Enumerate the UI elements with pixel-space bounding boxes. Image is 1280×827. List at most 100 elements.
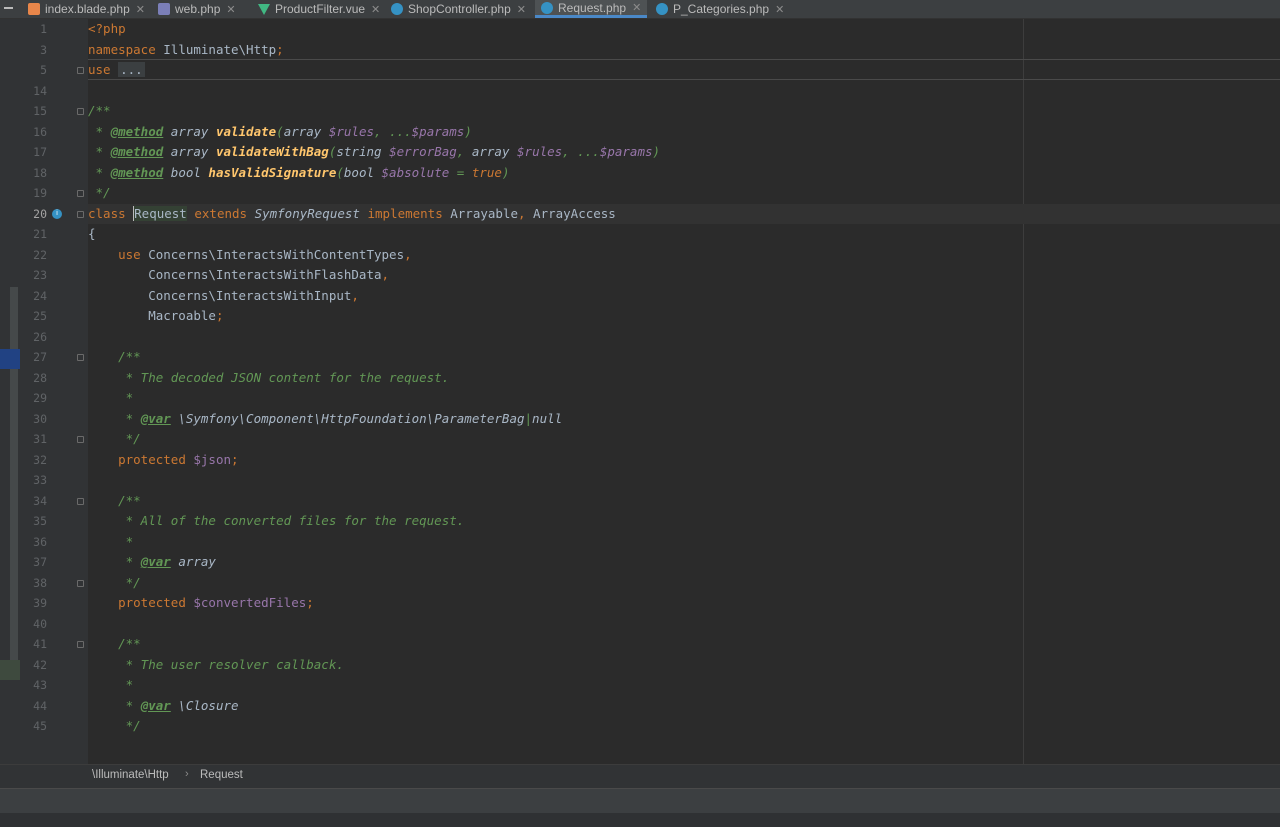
code-line[interactable]: [88, 81, 1280, 101]
close-icon[interactable]: ✕: [632, 1, 641, 14]
code-token: class: [88, 205, 134, 221]
close-icon[interactable]: ✕: [371, 3, 380, 16]
breadcrumb-class[interactable]: Request: [200, 769, 243, 781]
code-line[interactable]: /**: [88, 347, 1280, 367]
line-number: 23: [33, 268, 47, 282]
code-line[interactable]: *: [88, 675, 1280, 695]
tab-product-filter[interactable]: ProductFilter.vue ✕: [252, 0, 382, 18]
tab-index-blade[interactable]: index.blade.php ✕: [22, 0, 150, 18]
code-token: $rules: [517, 144, 563, 159]
code-token: *: [88, 533, 134, 549]
close-icon[interactable]: ✕: [775, 3, 784, 16]
chevron-right-icon: ›: [185, 768, 189, 780]
code-line[interactable]: class Request extends SymfonyRequest imp…: [88, 203, 1280, 224]
close-icon[interactable]: ✕: [517, 3, 526, 16]
code-token: \Symfony\Component\HttpFoundation\Parame…: [170, 410, 525, 426]
code-line[interactable]: use Concerns\InteractsWithContentTypes,: [88, 245, 1280, 265]
code-line[interactable]: */: [88, 573, 1280, 593]
code-line[interactable]: * @method array validateWithBag(string $…: [88, 142, 1280, 162]
code-token: protected: [118, 451, 194, 467]
code-token: *: [88, 554, 141, 569]
code-line[interactable]: /**: [88, 491, 1280, 511]
code-line[interactable]: Macroable;: [88, 306, 1280, 326]
line-number: 20: [33, 206, 47, 221]
code-line[interactable]: namespace Illuminate\Http;: [88, 40, 1280, 60]
scrollbar-thumb[interactable]: [10, 287, 18, 679]
line-number: 35: [33, 514, 47, 528]
code-line[interactable]: [88, 327, 1280, 347]
code-line[interactable]: [88, 614, 1280, 634]
code-line[interactable]: *: [88, 388, 1280, 408]
code-line[interactable]: [88, 470, 1280, 490]
code-token: validate: [215, 123, 277, 139]
code-token: ;: [215, 308, 224, 323]
code-token: $params: [599, 144, 653, 159]
tab-list-menu-icon[interactable]: [0, 0, 20, 18]
folded-code-placeholder[interactable]: ...: [118, 62, 145, 77]
tab-label: ShopController.php: [408, 2, 511, 16]
code-line[interactable]: * @var array: [88, 552, 1280, 572]
code-editor[interactable]: <?php namespace Illuminate\Http; use .../*…: [88, 19, 1280, 764]
code-token: /**: [88, 349, 141, 364]
code-line[interactable]: * @var \Closure: [88, 696, 1280, 716]
code-line[interactable]: */: [88, 183, 1280, 203]
code-line[interactable]: *: [88, 532, 1280, 552]
code-token: Concerns\InteractsWithFlashData: [88, 267, 382, 282]
line-number: 30: [33, 411, 47, 426]
close-icon[interactable]: ✕: [136, 3, 145, 16]
code-line[interactable]: protected $convertedFiles;: [88, 593, 1280, 613]
code-token: <?php: [88, 21, 126, 36]
editor-tab-bar: index.blade.php ✕ web.php ✕ ProductFilte…: [0, 0, 1280, 19]
fold-toggle-icon[interactable]: [77, 210, 84, 218]
code-line[interactable]: {: [88, 224, 1280, 244]
code-token: ,: [456, 144, 472, 159]
fold-toggle-icon[interactable]: [77, 108, 84, 115]
code-token: null: [532, 410, 563, 426]
code-line[interactable]: * @method bool hasValidSignature(bool $a…: [88, 163, 1280, 183]
scroll-marker: [0, 349, 20, 369]
code-token: ): [464, 123, 472, 139]
code-line[interactable]: use ...: [88, 60, 1280, 80]
breadcrumb-namespace[interactable]: \Illuminate\Http: [92, 769, 169, 781]
fold-toggle-icon[interactable]: [77, 436, 84, 443]
fold-toggle-icon[interactable]: [77, 190, 84, 197]
tab-p-categories[interactable]: P_Categories.php ✕: [650, 0, 790, 18]
code-token: @var: [140, 410, 171, 426]
fold-toggle-icon[interactable]: [77, 579, 84, 587]
code-line[interactable]: /**: [88, 101, 1280, 121]
code-token: Request: [134, 205, 187, 221]
fold-toggle-icon[interactable]: [77, 497, 84, 505]
implements-marker-icon[interactable]: i: [52, 208, 62, 219]
code-token: *: [88, 410, 141, 426]
code-line[interactable]: * All of the converted files for the req…: [88, 511, 1280, 531]
breadcrumb: \Illuminate\Http › Request: [0, 764, 1280, 788]
fold-toggle-icon[interactable]: [77, 354, 84, 361]
code-line[interactable]: /**: [88, 634, 1280, 654]
code-token: Macroable: [88, 308, 216, 323]
close-icon[interactable]: ✕: [226, 3, 235, 16]
code-line[interactable]: * The user resolver callback.: [88, 655, 1280, 675]
code-line[interactable]: * @var \Symfony\Component\HttpFoundation…: [88, 409, 1280, 429]
code-line[interactable]: */: [88, 716, 1280, 736]
code-line[interactable]: Concerns\InteractsWithInput,: [88, 286, 1280, 306]
fold-toggle-icon[interactable]: [77, 67, 84, 74]
tab-shop-controller[interactable]: ShopController.php ✕: [385, 0, 533, 18]
tab-request[interactable]: Request.php ✕: [535, 0, 647, 18]
code-token: array: [170, 554, 216, 569]
code-token: SymfonyRequest: [254, 205, 360, 221]
code-line[interactable]: */: [88, 429, 1280, 449]
code-line[interactable]: <?php: [88, 19, 1280, 39]
line-number: 44: [33, 698, 47, 713]
tab-label: ProductFilter.vue: [275, 2, 366, 16]
code-line[interactable]: Concerns\InteractsWithFlashData,: [88, 265, 1280, 285]
code-line[interactable]: * The decoded JSON content for the reque…: [88, 368, 1280, 388]
code-token: bool: [343, 164, 382, 180]
code-line[interactable]: * @method array validate(array $rules, .…: [88, 122, 1280, 142]
tab-web[interactable]: web.php ✕: [152, 0, 250, 18]
line-number: 31: [33, 432, 47, 446]
line-number: 25: [33, 309, 47, 323]
code-token: use: [88, 62, 119, 77]
code-line[interactable]: protected $json;: [88, 450, 1280, 470]
code-token: \Closure: [170, 697, 239, 713]
fold-toggle-icon[interactable]: [77, 641, 84, 648]
